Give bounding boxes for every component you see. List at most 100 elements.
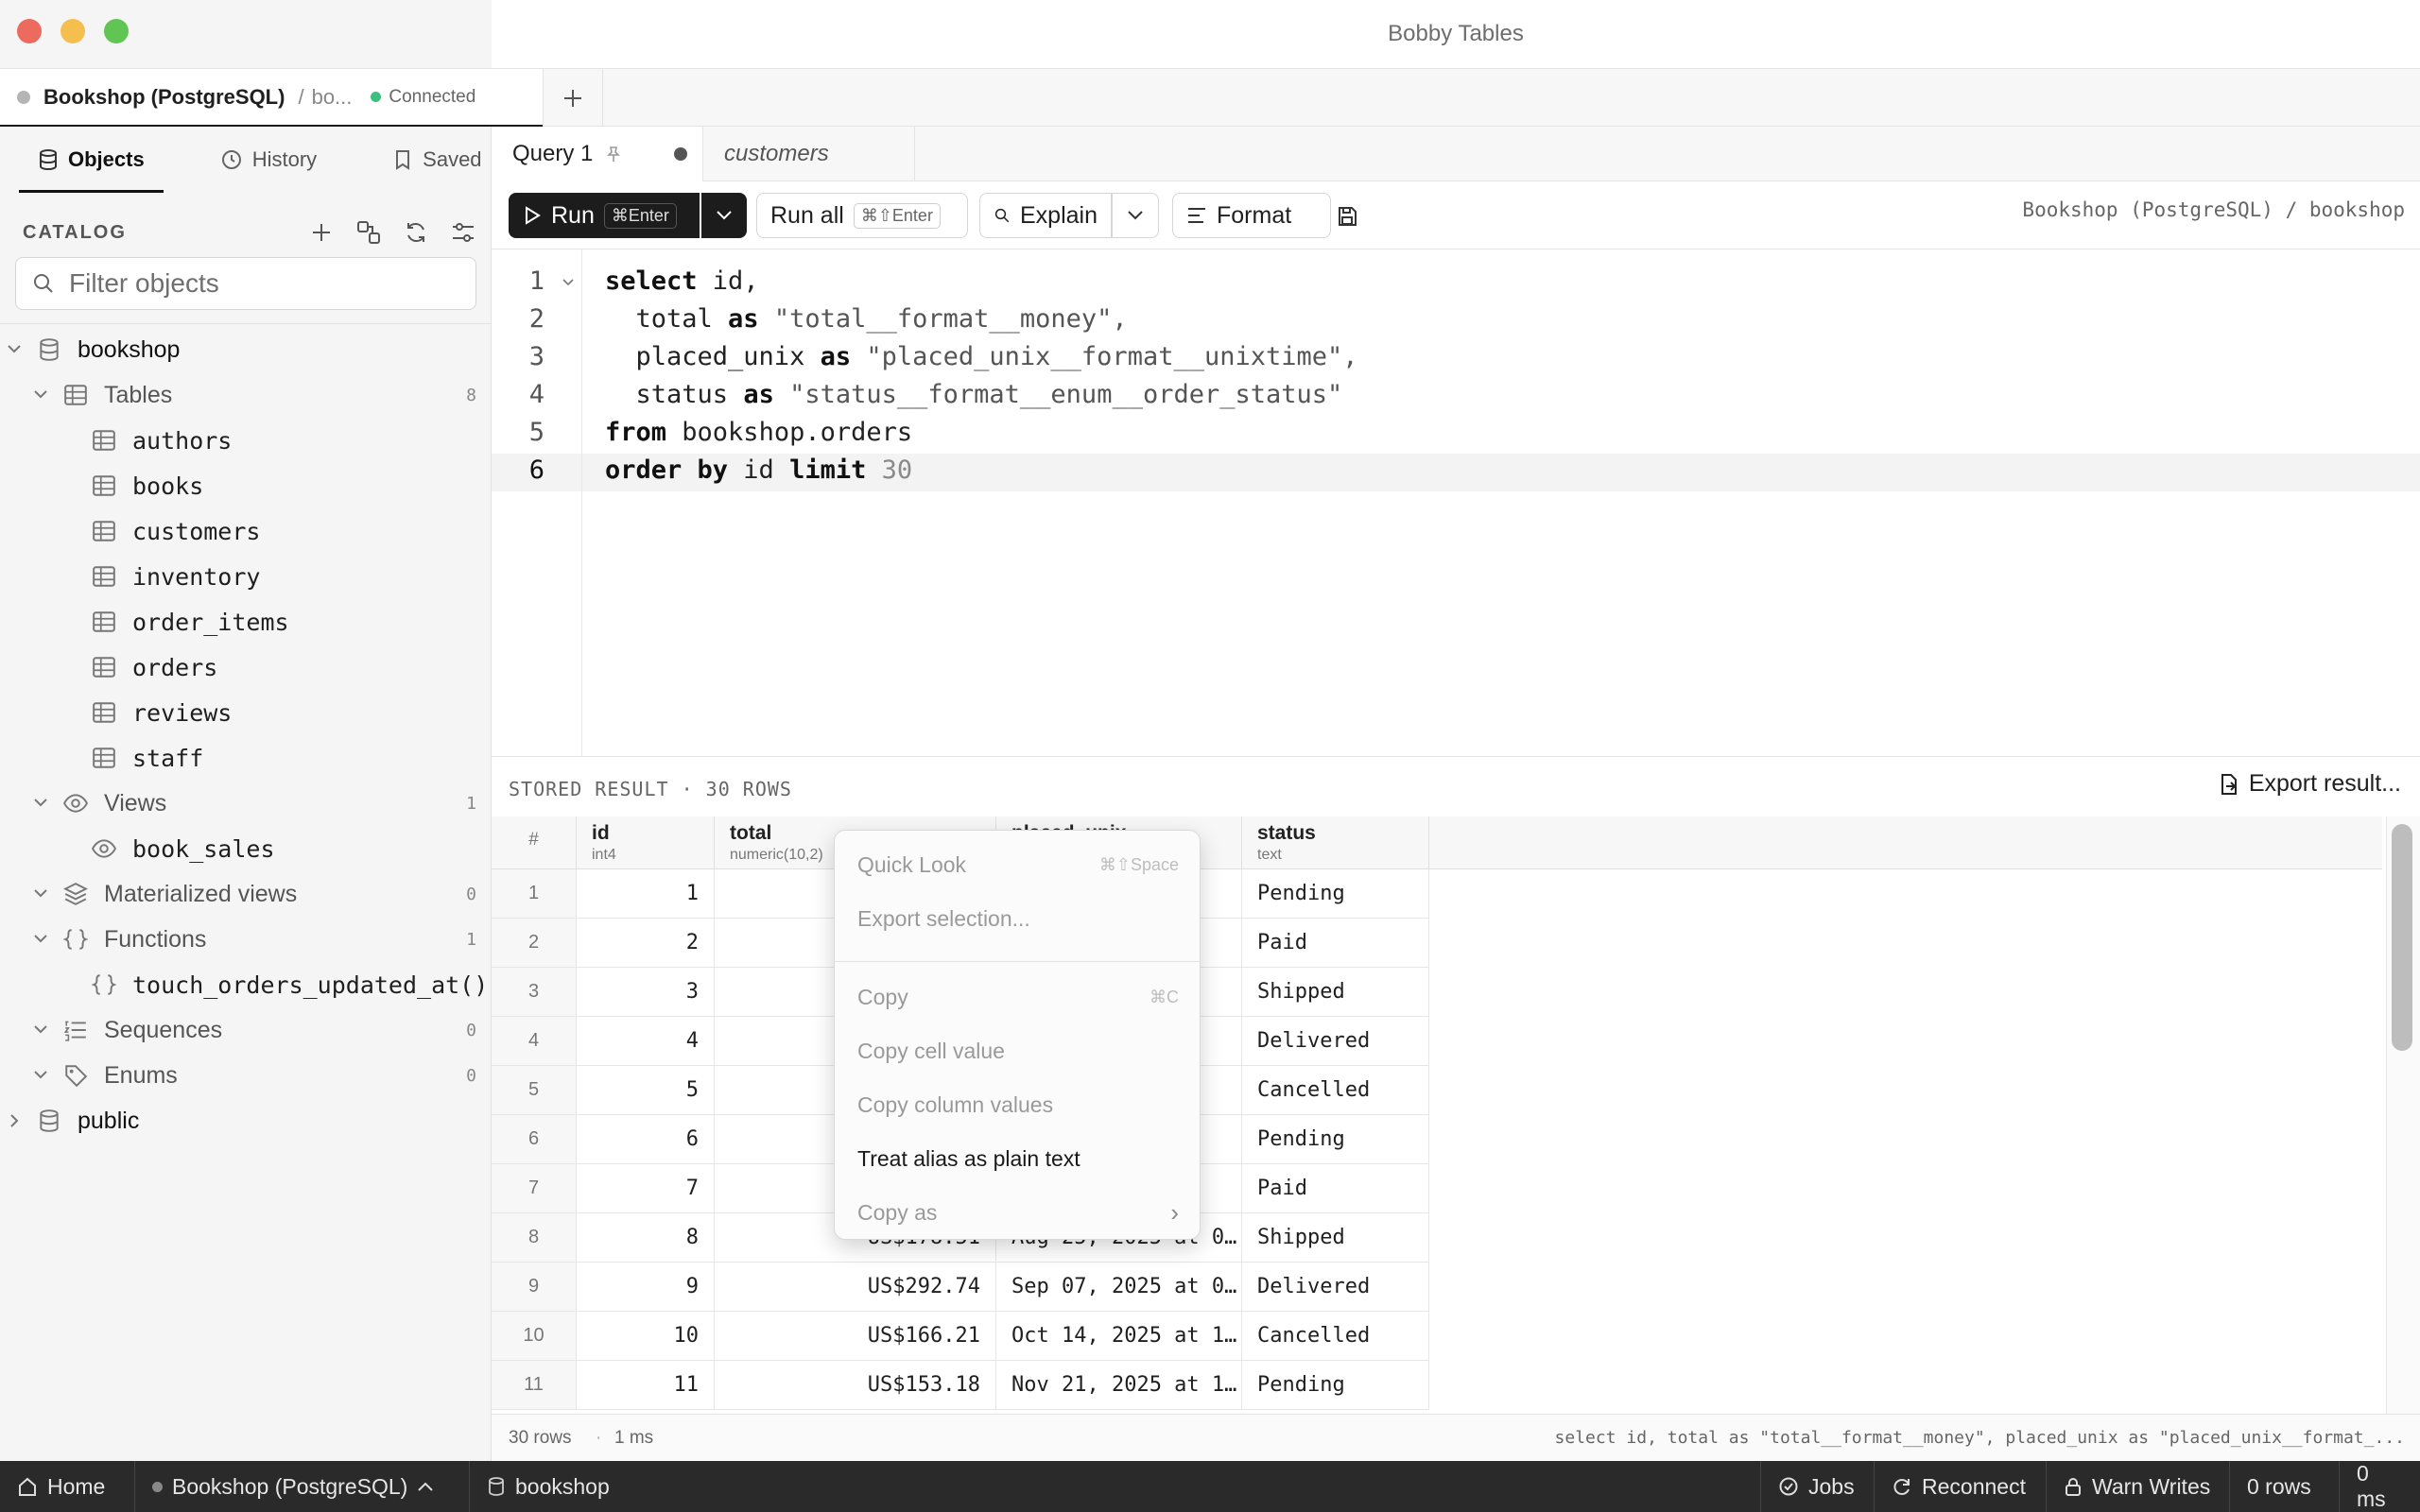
tree-schema-bookshop[interactable]: bookshop bbox=[0, 327, 492, 372]
jobs-button[interactable]: Jobs bbox=[1760, 1461, 1872, 1512]
tab-objects[interactable]: Objects bbox=[19, 127, 164, 193]
tree-view-book_sales[interactable]: book_sales bbox=[0, 826, 492, 871]
menu-item-treat-alias-as-plain-text[interactable]: Treat alias as plain text bbox=[835, 1136, 1201, 1181]
tree-table-authors[interactable]: authors bbox=[0, 418, 492, 463]
tab-saved[interactable]: Saved bbox=[373, 127, 500, 193]
table-cell[interactable]: Paid bbox=[1242, 1164, 1429, 1213]
zoom-window-button[interactable] bbox=[104, 19, 129, 43]
menu-item-copy-column-values[interactable]: Copy column values bbox=[835, 1082, 1201, 1127]
table-row[interactable]: 660…Pending bbox=[492, 1115, 2382, 1164]
warn-writes-toggle[interactable]: Warn Writes bbox=[2046, 1461, 2227, 1512]
table-row[interactable]: 111…Pending bbox=[492, 869, 2382, 919]
table-cell[interactable]: Delivered bbox=[1242, 1017, 1429, 1066]
run-button[interactable]: Run ⌘Enter bbox=[509, 193, 700, 238]
table-row[interactable]: 770…Paid bbox=[492, 1164, 2382, 1213]
table-cell[interactable]: 8 bbox=[577, 1213, 715, 1263]
menu-item-copy[interactable]: Copy ⌘C bbox=[835, 974, 1201, 1020]
tab-customers[interactable]: customers bbox=[703, 127, 915, 181]
save-button[interactable] bbox=[1331, 202, 1363, 231]
table-cell[interactable]: 5 bbox=[577, 1066, 715, 1115]
table-row[interactable]: 440…Delivered bbox=[492, 1017, 2382, 1066]
table-row[interactable]: 220…Paid bbox=[492, 919, 2382, 968]
tree-toggle[interactable] bbox=[26, 795, 55, 812]
table-cell[interactable]: Pending bbox=[1242, 869, 1429, 919]
table-cell[interactable]: Cancelled bbox=[1242, 1066, 1429, 1115]
tree-group-enums[interactable]: Enums 0 bbox=[0, 1053, 492, 1098]
table-cell[interactable]: 11 bbox=[577, 1361, 715, 1410]
column-header[interactable]: status text bbox=[1242, 816, 1429, 869]
table-cell[interactable]: 10 bbox=[577, 1312, 715, 1361]
table-row[interactable]: 10 10 US$166.21 Oct 14, 2025 at 1… Cancelled bbox=[492, 1312, 2382, 1361]
menu-item-copy-cell-value[interactable]: Copy cell value bbox=[835, 1028, 1201, 1074]
connection-tab[interactable]: Bookshop (PostgreSQL) / bo... Connected bbox=[0, 69, 543, 128]
explain-options-button[interactable] bbox=[1112, 193, 1159, 238]
table-cell[interactable]: Pending bbox=[1242, 1361, 1429, 1410]
table-cell[interactable]: 1 bbox=[577, 869, 715, 919]
minimize-window-button[interactable] bbox=[60, 19, 85, 43]
tree-table-inventory[interactable]: inventory bbox=[0, 554, 492, 599]
add-object-icon[interactable] bbox=[308, 219, 335, 246]
table-cell[interactable]: Oct 14, 2025 at 1… bbox=[996, 1312, 1242, 1361]
tree-table-reviews[interactable]: reviews bbox=[0, 690, 492, 735]
tab-query-1[interactable]: Query 1 bbox=[492, 127, 703, 181]
table-cell[interactable]: Paid bbox=[1242, 919, 1429, 968]
table-cell[interactable]: Delivered bbox=[1242, 1263, 1429, 1312]
tree-toggle[interactable] bbox=[26, 885, 55, 902]
tree-toggle[interactable] bbox=[26, 1022, 55, 1039]
table-cell[interactable]: 7 bbox=[577, 1164, 715, 1213]
table-row[interactable]: 330…Shipped bbox=[492, 968, 2382, 1017]
table-cell[interactable]: 9 bbox=[577, 1263, 715, 1312]
menu-item-copy-as[interactable]: Copy as › bbox=[835, 1190, 1201, 1235]
table-cell[interactable]: US$153.18 bbox=[715, 1361, 996, 1410]
connection-switcher[interactable]: Bookshop (PostgreSQL) bbox=[134, 1461, 451, 1512]
reconnect-button[interactable]: Reconnect bbox=[1874, 1461, 2043, 1512]
table-cell[interactable]: Cancelled bbox=[1242, 1312, 1429, 1361]
tree-group-functions[interactable]: Functions 1 bbox=[0, 917, 492, 962]
tree-table-customers[interactable]: customers bbox=[0, 508, 492, 554]
table-cell[interactable]: US$292.74 bbox=[715, 1263, 996, 1312]
menu-item-quick-look[interactable]: Quick Look ⌘⇧Space bbox=[835, 842, 1201, 887]
sql-editor[interactable]: 1 2 3 4 5 6 select id, total as "total__format… bbox=[492, 249, 2420, 756]
table-cell[interactable]: Pending bbox=[1242, 1115, 1429, 1164]
tree-group-sequences[interactable]: Sequences 0 bbox=[0, 1007, 492, 1053]
tree-group-views[interactable]: Views 1 bbox=[0, 781, 492, 826]
run-options-button[interactable] bbox=[701, 193, 747, 238]
column-header[interactable]: # bbox=[492, 816, 577, 869]
table-row[interactable]: 88US$178.51Aug 25, 2025 at 0…Shipped bbox=[492, 1213, 2382, 1263]
table-cell[interactable]: US$166.21 bbox=[715, 1312, 996, 1361]
table-cell[interactable]: 4 bbox=[577, 1017, 715, 1066]
tree-table-order_items[interactable]: order_items bbox=[0, 599, 492, 644]
menu-item-export-selection[interactable]: Export selection... bbox=[835, 896, 1201, 941]
pin-icon[interactable] bbox=[604, 145, 623, 163]
new-connection-tab-button[interactable] bbox=[543, 69, 603, 128]
home-button[interactable]: Home bbox=[0, 1461, 122, 1512]
table-row[interactable]: 11 11 US$153.18 Nov 21, 2025 at 1… Pending bbox=[492, 1361, 2382, 1410]
tree-schema-public[interactable]: public bbox=[0, 1098, 492, 1143]
table-cell[interactable]: 2 bbox=[577, 919, 715, 968]
database-switcher[interactable]: bookshop bbox=[469, 1461, 627, 1512]
table-cell[interactable]: Shipped bbox=[1242, 1213, 1429, 1263]
schema-diagram-icon[interactable] bbox=[355, 219, 382, 246]
explain-button[interactable]: Explain bbox=[979, 193, 1112, 238]
format-button[interactable]: Format bbox=[1172, 193, 1331, 238]
tree-toggle[interactable] bbox=[26, 1067, 55, 1084]
tree-toggle[interactable] bbox=[0, 341, 28, 358]
table-row[interactable]: 550…Cancelled bbox=[492, 1066, 2382, 1115]
table-cell[interactable]: Shipped bbox=[1242, 968, 1429, 1017]
tree-table-books[interactable]: books bbox=[0, 463, 492, 508]
run-all-button[interactable]: Run all ⌘⇧Enter bbox=[756, 193, 968, 238]
tree-group-materialized-views[interactable]: Materialized views 0 bbox=[0, 871, 492, 917]
vertical-scrollbar[interactable] bbox=[2392, 824, 2412, 1051]
close-window-button[interactable] bbox=[17, 19, 42, 43]
export-result-button[interactable]: Export result... bbox=[2219, 770, 2401, 798]
code-area[interactable]: 1 2 3 4 5 6 select id, total as "total__format… bbox=[492, 249, 2420, 756]
tree-toggle[interactable] bbox=[0, 1112, 28, 1129]
tree-toggle[interactable] bbox=[26, 387, 55, 404]
table-cell[interactable]: 6 bbox=[577, 1115, 715, 1164]
tree-group-tables[interactable]: Tables 8 bbox=[0, 372, 492, 418]
filter-objects-input[interactable] bbox=[69, 268, 447, 299]
table-row[interactable]: 9 9 US$292.74 Sep 07, 2025 at 0… Delivered bbox=[492, 1263, 2382, 1312]
tree-toggle[interactable] bbox=[26, 931, 55, 948]
tree-function-item[interactable]: touch_orders_updated_at() bbox=[0, 962, 492, 1007]
results-grid[interactable]: #idint4totalnumeric(10,2)placed_unixstat… bbox=[492, 816, 2382, 1414]
